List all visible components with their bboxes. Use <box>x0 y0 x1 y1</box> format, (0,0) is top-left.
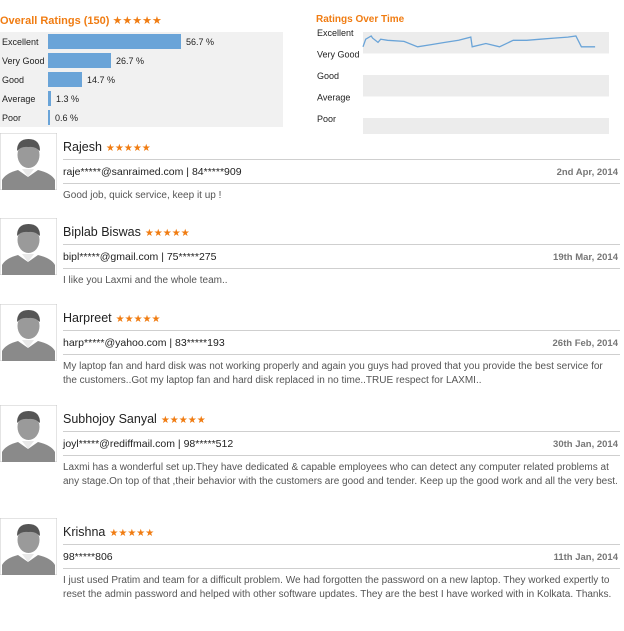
chart-band <box>363 118 609 134</box>
reviewer-name: Krishna <box>63 525 106 539</box>
review-text: I like you Laxmi and the whole team.. <box>63 275 228 286</box>
rating-bar-track: 14.7 % <box>48 72 183 87</box>
reviewer-name-row: Rajesh ★★★★★ <box>63 140 151 154</box>
avatar <box>0 518 57 575</box>
divider <box>63 544 620 545</box>
rating-row-label: Poor <box>2 113 22 123</box>
rating-percentage: 0.6 % <box>55 113 79 123</box>
review-stars: ★★★★★ <box>144 228 190 239</box>
chart-band <box>363 32 609 54</box>
divider <box>63 183 620 184</box>
chart-band <box>363 75 609 97</box>
review-item: Subhojoy Sanyal ★★★★★ joyl*****@rediffmail… <box>0 405 620 487</box>
rating-row: Poor 0.6 % <box>0 108 283 127</box>
rating-bar-track: 1.3 % <box>48 91 183 106</box>
y-tick-label: Excellent <box>317 28 354 38</box>
rating-row-label: Good <box>2 75 25 85</box>
ratings-over-time-title: Ratings Over Time <box>316 14 405 25</box>
review-date: 30th Jan, 2014 <box>553 439 618 450</box>
overall-ratings-title: Overall Ratings (150) <box>0 15 110 27</box>
divider <box>63 431 620 432</box>
reviewer-name: Rajesh <box>63 140 102 154</box>
reviewer-name: Biplab Biswas <box>63 225 141 239</box>
divider <box>63 568 620 569</box>
review-date: 19th Mar, 2014 <box>553 252 618 263</box>
reviewer-contact: raje*****@sanraimed.com | 84*****909 <box>63 166 242 178</box>
y-tick-label: Very Good <box>317 50 360 60</box>
divider <box>63 244 620 245</box>
rating-bar <box>48 53 111 68</box>
rating-bar <box>48 110 50 125</box>
rating-bar-track: 56.7 % <box>48 34 214 49</box>
overall-ratings-header: Overall Ratings (150) ★★★★★ <box>0 14 285 28</box>
review-item: Harpreet ★★★★★ harp*****@yahoo.com | 83***… <box>0 304 620 386</box>
rating-percentage: 26.7 % <box>116 56 145 66</box>
rating-row-label: Excellent <box>2 37 39 47</box>
reviewer-contact: bipl*****@gmail.com | 75*****275 <box>63 251 217 263</box>
avatar <box>0 304 57 361</box>
rating-bar-track: 26.7 % <box>48 53 183 68</box>
rating-row: Good 14.7 % <box>0 70 283 89</box>
reviewer-contact: 98*****806 <box>63 551 113 563</box>
y-tick-label: Poor <box>317 114 336 124</box>
review-stars: ★★★★★ <box>160 415 206 426</box>
rating-bar <box>48 91 51 106</box>
rating-row-label: Very Good <box>2 56 45 66</box>
review-text: Good job, quick service, keep it up ! <box>63 190 222 201</box>
divider <box>63 455 620 456</box>
divider <box>63 268 620 269</box>
review-text: Laxmi has a wonderful set up.They have d… <box>63 462 618 487</box>
rating-distribution: Excellent 56.7 % Very Good 26.7 % Good 14.7 %… <box>0 32 283 127</box>
y-tick-label: Good <box>317 71 339 81</box>
ratings-over-time-chart: ExcellentVery GoodGoodAveragePoorMarAprM… <box>313 14 613 134</box>
ratings-over-time-svg: ExcellentVery GoodGoodAveragePoorMarAprM… <box>317 28 609 134</box>
review-date: 26th Feb, 2014 <box>552 338 618 349</box>
y-tick-label: Average <box>317 93 350 103</box>
avatar <box>0 133 57 190</box>
divider <box>63 330 620 331</box>
divider <box>63 354 620 355</box>
review-date: 2nd Apr, 2014 <box>556 167 618 178</box>
rating-row: Average 1.3 % <box>0 89 283 108</box>
rating-percentage: 56.7 % <box>186 37 215 47</box>
overall-ratings-panel: Overall Ratings (150) ★★★★★ Excellent 56.… <box>0 14 285 127</box>
review-item: Rajesh ★★★★★ raje*****@sanraimed.com | 84*… <box>0 133 620 213</box>
review-date: 11th Jan, 2014 <box>553 552 618 563</box>
reviewer-contact: joyl*****@rediffmail.com | 98*****512 <box>63 438 234 450</box>
review-stars: ★★★★★ <box>109 528 155 539</box>
reviewer-name: Subhojoy Sanyal <box>63 412 157 426</box>
review-stars: ★★★★★ <box>105 143 151 154</box>
reviewer-name-row: Krishna ★★★★★ <box>63 525 154 539</box>
rating-row: Very Good 26.7 % <box>0 51 283 70</box>
reviewer-name-row: Biplab Biswas ★★★★★ <box>63 225 190 239</box>
review-text: My laptop fan and hard disk was not work… <box>63 361 603 386</box>
rating-row-label: Average <box>2 94 36 104</box>
review-item: Biplab Biswas ★★★★★ bipl*****@gmail.com | … <box>0 218 620 298</box>
rating-bar-track: 0.6 % <box>48 110 183 125</box>
overall-rating-stars: ★★★★★ <box>112 15 162 27</box>
rating-row: Excellent 56.7 % <box>0 32 283 51</box>
rating-percentage: 1.3 % <box>56 94 80 104</box>
rating-bar <box>48 72 82 87</box>
reviewer-name-row: Harpreet ★★★★★ <box>63 311 160 325</box>
review-stars: ★★★★★ <box>115 314 161 325</box>
reviewer-name: Harpreet <box>63 311 112 325</box>
avatar <box>0 405 57 462</box>
divider <box>63 159 620 160</box>
rating-percentage: 14.7 % <box>87 75 116 85</box>
rating-bar <box>48 34 181 49</box>
avatar <box>0 218 57 275</box>
review-item: Krishna ★★★★★ 98*****806 11th Jan, 2014 I ju… <box>0 518 620 600</box>
review-text: I just used Pratim and team for a diffic… <box>63 575 612 600</box>
reviewer-contact: harp*****@yahoo.com | 83*****193 <box>63 337 225 349</box>
reviewer-name-row: Subhojoy Sanyal ★★★★★ <box>63 412 206 426</box>
